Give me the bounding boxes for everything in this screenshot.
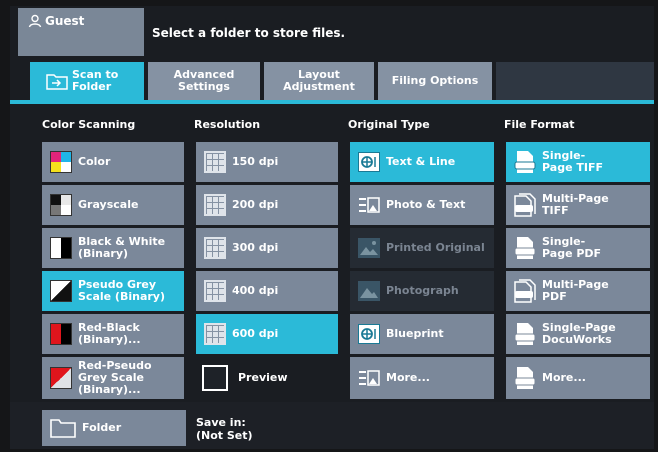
option-label: Red-Pseudo Grey Scale (Binary)... [78,359,152,396]
original-type-heading: Original Type [348,118,430,131]
tab-underline [10,100,654,104]
option-label: Photo & Text [386,198,466,211]
resolution-grid-icon [204,194,226,216]
folder-label: Folder [82,421,122,434]
resolution-heading: Resolution [194,118,261,131]
multi-page-tiff-option[interactable]: Multi-Page TIFF [506,185,650,225]
option-label: 150 dpi [232,155,279,168]
single-page-file-icon [514,323,536,345]
option-label: Multi-Page TIFF [542,192,609,217]
grayscale-option[interactable]: Grayscale [42,185,184,225]
single-page-file-icon [514,237,536,259]
multi-page-file-icon [514,279,536,303]
pseudo-grey-option[interactable]: Pseudo Grey Scale (Binary) [42,271,184,311]
preview-label: Preview [238,371,288,384]
black-white-swatch-icon [50,237,72,259]
tab-layout-adjustment[interactable]: Layout Adjustment [264,62,374,100]
blueprint-option[interactable]: Blueprint [350,314,494,354]
multi-page-file-icon [514,193,536,217]
single-page-tiff-option[interactable]: Single-Page TIFF [506,142,650,182]
tab-scan-to-folder[interactable]: Scan to Folder [30,62,144,100]
resolution-grid-icon [204,237,226,259]
multi-page-pdf-option[interactable]: Multi-Page PDF [506,271,650,311]
tab-label: Filing Options [391,74,479,87]
file-format-heading: File Format [504,118,575,131]
pseudo-grey-swatch-icon [50,280,72,302]
red-black-option[interactable]: Red-Black (Binary)... [42,314,184,354]
tab-label: Advanced Settings [173,68,235,93]
scan-to-folder-screen: Guest Select a folder to store files. Sc… [10,6,654,449]
option-label: Printed Original [386,241,485,254]
color-scanning-heading: Color Scanning [42,118,136,131]
option-label: Photograph [386,284,459,297]
save-in-value: (Not Set) [196,429,253,442]
printed-original-option[interactable]: Printed Original [350,228,494,268]
tab-advanced-settings[interactable]: Advanced Settings [148,62,260,100]
option-label: More... [386,371,430,384]
option-label: Single-Page TIFF [542,149,603,174]
color-swatch-icon [50,151,72,173]
resolution-grid-icon [204,151,226,173]
photo-text-icon [359,197,380,213]
resolution-300-option[interactable]: 300 dpi [196,228,338,268]
red-black-swatch-icon [50,323,72,345]
photo-text-icon [359,370,380,386]
red-pseudo-grey-swatch-icon [50,367,72,389]
preview-checkbox[interactable]: Preview [196,357,338,399]
red-pseudo-grey-option[interactable]: Red-Pseudo Grey Scale (Binary)... [42,357,184,399]
folder-scan-icon [46,74,68,90]
color-option[interactable]: Color [42,142,184,182]
guest-button[interactable]: Guest [18,8,144,56]
option-label: 200 dpi [232,198,279,211]
single-page-pdf-option[interactable]: Single-Page PDF [506,228,650,268]
photograph-icon [358,281,380,301]
blueprint-icon [358,324,380,344]
tab-empty [496,62,654,100]
tab-label: Scan to Folder [72,68,119,93]
save-in-label: Save in: [196,416,246,429]
photograph-option[interactable]: Photograph [350,271,494,311]
option-label: Single-Page PDF [542,235,602,260]
single-page-docuworks-option[interactable]: Single-Page DocuWorks [506,314,650,354]
checkbox-box [202,365,228,391]
option-label: Blueprint [386,327,444,340]
option-label: 600 dpi [232,327,279,340]
option-label: 300 dpi [232,241,279,254]
folder-button[interactable]: Folder [42,410,186,446]
user-icon [28,14,42,28]
option-label: Red-Black (Binary)... [78,321,141,346]
file-format-more-button[interactable]: More... [506,357,650,399]
resolution-grid-icon [204,280,226,302]
option-label: Single-Page DocuWorks [542,321,616,346]
option-label: Text & Line [386,155,456,168]
header-message: Select a folder to store files. [152,26,346,40]
printed-original-icon [358,238,380,258]
option-label: Pseudo Grey Scale (Binary) [78,278,165,303]
option-label: More... [542,371,586,384]
guest-label: Guest [45,14,85,28]
original-type-more-button[interactable]: More... [350,357,494,399]
black-white-option[interactable]: Black & White (Binary) [42,228,184,268]
resolution-150-option[interactable]: 150 dpi [196,142,338,182]
option-label: Multi-Page PDF [542,278,609,303]
tab-filing-options[interactable]: Filing Options [378,62,492,100]
option-label: Grayscale [78,198,139,211]
photo-text-option[interactable]: Photo & Text [350,185,494,225]
option-label: 400 dpi [232,284,279,297]
single-page-file-icon [514,367,536,389]
option-label: Black & White (Binary) [78,235,166,260]
text-line-icon [358,152,380,172]
single-page-file-icon [514,151,536,173]
resolution-200-option[interactable]: 200 dpi [196,185,338,225]
tab-label: Layout Adjustment [283,68,355,93]
folder-icon [50,419,76,438]
option-label: Color [78,155,111,168]
resolution-400-option[interactable]: 400 dpi [196,271,338,311]
text-line-option[interactable]: Text & Line [350,142,494,182]
resolution-600-option[interactable]: 600 dpi [196,314,338,354]
grayscale-swatch-icon [50,194,72,216]
save-in-info: Save in: (Not Set) [196,416,253,442]
resolution-grid-icon [204,323,226,345]
